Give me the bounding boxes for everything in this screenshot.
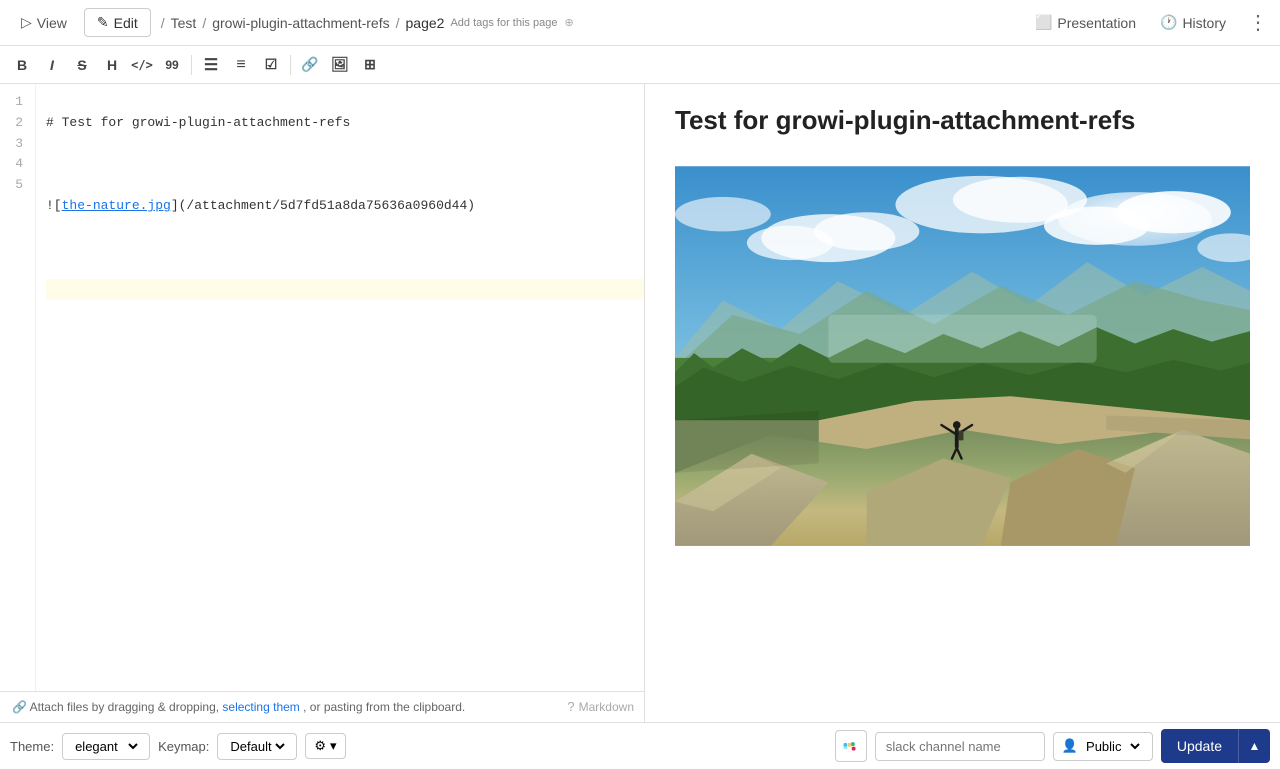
line-num-2: 2 [0, 113, 29, 134]
history-button[interactable]: 🕐 History [1154, 10, 1232, 35]
preview-title: Test for growi-plugin-attachment-refs [675, 104, 1250, 138]
slack-channel-input[interactable] [875, 732, 1045, 761]
breadcrumb-sep3: / [396, 15, 400, 31]
add-tags[interactable]: Add tags for this page ⊕ [448, 16, 575, 29]
quote-button[interactable]: 99 [158, 51, 186, 79]
code-content[interactable]: # Test for growi-plugin-attachment-refs … [36, 84, 644, 691]
numbered-list-button[interactable]: ≡ [227, 51, 255, 79]
image-button[interactable]: 🖼 [326, 51, 354, 79]
markdown-hint: ? Markdown [567, 699, 634, 714]
keymap-select[interactable]: Default Vim Emacs [226, 738, 288, 755]
update-arrow-icon[interactable]: ▲ [1238, 729, 1270, 763]
slack-icon-button[interactable] [835, 730, 867, 762]
presentation-icon: ⬜ [1035, 14, 1052, 31]
attach-bar: 🔗 Attach files by dragging & dropping, s… [0, 691, 644, 722]
settings-button[interactable]: ⚙ ▾ [305, 733, 345, 759]
theme-select[interactable]: elegant dark light monokai [71, 738, 141, 755]
markdown-label: Markdown [579, 700, 634, 714]
presentation-button[interactable]: ⬜ Presentation [1029, 10, 1142, 35]
gear-icon: ⚙ [314, 738, 326, 754]
view-label: View [37, 15, 67, 31]
attach-select-link[interactable]: selecting them [222, 700, 299, 714]
presentation-label: Presentation [1057, 15, 1136, 31]
preview-image [675, 158, 1250, 557]
code-line-2 [46, 154, 644, 175]
breadcrumb-sep1: / [161, 15, 165, 31]
bottom-right-actions: 👤 Public Private Update ▲ [835, 729, 1270, 763]
checklist-button[interactable]: ☑ [257, 51, 285, 79]
breadcrumb-current: page2 [406, 15, 445, 31]
visibility-select-wrapper[interactable]: 👤 Public Private [1053, 732, 1153, 761]
history-icon: 🕐 [1160, 14, 1177, 31]
code-line-4 [46, 238, 644, 259]
line-num-1: 1 [0, 92, 29, 113]
play-icon: ▷ [21, 14, 32, 31]
more-menu-button[interactable]: ⋮ [1244, 13, 1272, 33]
keymap-label: Keymap: [158, 739, 209, 754]
code-button[interactable]: </> [128, 51, 156, 79]
theme-select-wrapper[interactable]: elegant dark light monokai [62, 733, 150, 760]
attach-icon: 🔗 [12, 700, 27, 714]
edit-label: Edit [114, 15, 138, 31]
breadcrumb-test[interactable]: Test [171, 15, 197, 31]
editor-area[interactable]: 1 2 3 4 5 # Test for growi-plugin-attach… [0, 84, 644, 691]
preview-pane: Test for growi-plugin-attachment-refs [645, 84, 1280, 722]
theme-label: Theme: [10, 739, 54, 754]
italic-button[interactable]: I [38, 51, 66, 79]
editor-pane: 1 2 3 4 5 # Test for growi-plugin-attach… [0, 84, 645, 722]
bottom-bar: Theme: elegant dark light monokai Keymap… [0, 722, 1280, 769]
breadcrumb: / Test / growi-plugin-attachment-refs / … [159, 15, 1025, 31]
add-tags-text: Add tags for this page [450, 17, 557, 29]
markdown-icon: ? [567, 699, 574, 714]
slack-svg [842, 737, 860, 755]
toolbar-sep-1 [191, 55, 192, 75]
code-line-5 [46, 279, 644, 300]
settings-arrow: ▾ [330, 738, 337, 754]
bullet-list-button[interactable]: ☰ [197, 51, 225, 79]
link-button[interactable]: 🔗 [296, 51, 324, 79]
update-button[interactable]: Update ▲ [1161, 729, 1270, 763]
attach-text-before: Attach files by dragging & dropping, [30, 700, 219, 714]
user-icon: 👤 [1062, 738, 1078, 754]
visibility-select[interactable]: Public Private [1082, 738, 1143, 755]
line-num-5: 5 [0, 175, 29, 196]
keymap-select-wrapper[interactable]: Default Vim Emacs [217, 733, 297, 760]
edit-icon: ✎ [97, 14, 109, 31]
code-line-3: ![the-nature.jpg](/attachment/5d7fd51a8d… [46, 196, 644, 217]
editor-toolbar: B I S H </> 99 ☰ ≡ ☑ 🔗 🖼 ⊞ [0, 46, 1280, 84]
top-right-actions: ⬜ Presentation 🕐 History ⋮ [1029, 10, 1272, 35]
line-numbers: 1 2 3 4 5 [0, 84, 36, 691]
code-editor: 1 2 3 4 5 # Test for growi-plugin-attach… [0, 84, 644, 691]
line-num-4: 4 [0, 154, 29, 175]
main-content: 1 2 3 4 5 # Test for growi-plugin-attach… [0, 84, 1280, 722]
top-bar: ▷ View ✎ Edit / Test / growi-plugin-atta… [0, 0, 1280, 46]
line-num-3: 3 [0, 134, 29, 155]
breadcrumb-plugin[interactable]: growi-plugin-attachment-refs [212, 15, 389, 31]
edit-button[interactable]: ✎ Edit [84, 8, 151, 37]
code-line-1: # Test for growi-plugin-attachment-refs [46, 113, 644, 134]
code-link: the-nature.jpg [62, 198, 171, 213]
bold-button[interactable]: B [8, 51, 36, 79]
history-label: History [1182, 15, 1226, 31]
table-button[interactable]: ⊞ [356, 51, 384, 79]
nature-image-svg [675, 158, 1250, 554]
plus-icon: ⊕ [564, 16, 573, 29]
attach-text-after: , or pasting from the clipboard. [303, 700, 465, 714]
strikethrough-button[interactable]: S [68, 51, 96, 79]
update-label: Update [1161, 729, 1238, 763]
breadcrumb-sep2: / [202, 15, 206, 31]
view-button[interactable]: ▷ View [8, 8, 80, 37]
heading-button[interactable]: H [98, 51, 126, 79]
toolbar-sep-2 [290, 55, 291, 75]
